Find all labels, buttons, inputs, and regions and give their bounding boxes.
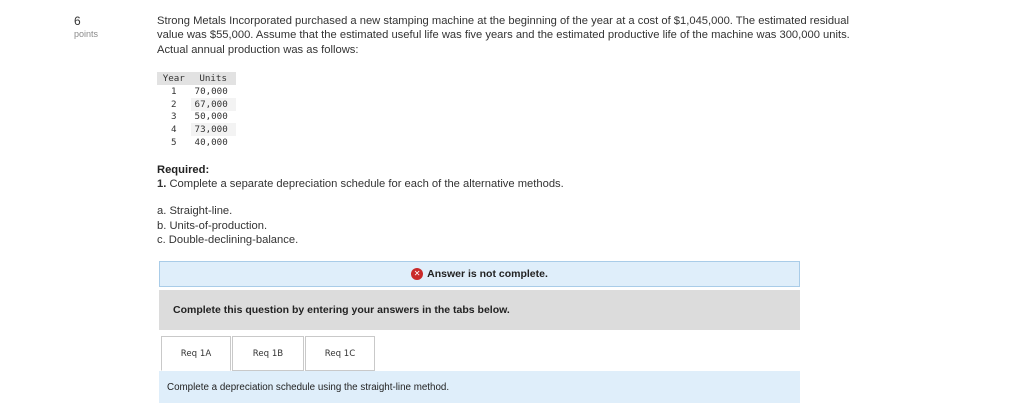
required-item-number: 1.: [157, 178, 167, 190]
instruction-text: Complete this question by entering your …: [173, 304, 510, 316]
list-item: b. Units-of-production.: [157, 219, 268, 232]
tab-req-1c[interactable]: Req 1C: [305, 336, 375, 371]
table-row: 4 73,000: [157, 123, 236, 137]
tab-label: Req 1C: [324, 348, 356, 359]
list-item: a. Straight-line.: [157, 205, 233, 217]
table-row: 5 40,000: [157, 136, 236, 149]
tab-label: Req 1A: [180, 348, 212, 359]
units-cell: 67,000: [190, 97, 236, 111]
table-header-units: Units: [190, 72, 236, 85]
points-label: points: [74, 29, 99, 39]
points-indicator: 6 points: [74, 14, 98, 40]
answer-status-banner: ✕ Answer is not complete.: [159, 261, 800, 287]
x-circle-icon: ✕: [411, 268, 424, 280]
list-item: c. Double-declining-balance.: [157, 234, 299, 246]
tab-panel: Complete a depreciation schedule using t…: [159, 371, 800, 403]
methods-list: a. Straight-line. b. Units-of-production…: [157, 204, 298, 248]
tab-bar: Req 1A Req 1B Req 1C: [161, 336, 375, 371]
required-item: 1. Complete a separate depreciation sche…: [157, 177, 564, 191]
year-cell: 1: [171, 85, 177, 97]
table-header-year: Year: [157, 72, 191, 85]
production-table: Year Units 1 70,000 2 67,000 3 50,000 4 …: [157, 72, 236, 149]
tab-req-1b[interactable]: Req 1B: [232, 336, 304, 371]
required-item-text: Complete a separate depreciation schedul…: [169, 178, 564, 190]
units-cell: 70,000: [194, 85, 228, 97]
year-cell: 5: [171, 137, 177, 149]
units-cell: 40,000: [194, 137, 228, 149]
year-cell: 3: [171, 111, 177, 123]
table-row: 3 50,000: [157, 111, 236, 124]
table-row: 2 67,000: [157, 97, 236, 111]
tab-panel-text: Complete a depreciation schedule using t…: [167, 381, 450, 393]
answer-status-text: Answer is not complete.: [427, 268, 548, 280]
question-number: 6: [74, 14, 81, 28]
instruction-bar: Complete this question by entering your …: [159, 290, 800, 330]
units-cell: 73,000: [190, 123, 236, 137]
tab-req-1a[interactable]: Req 1A: [161, 336, 231, 371]
tab-label: Req 1B: [252, 348, 284, 359]
table-row: 1 70,000: [157, 85, 236, 98]
units-cell: 50,000: [194, 111, 228, 123]
question-body: Strong Metals Incorporated purchased a n…: [157, 14, 877, 57]
problem-text: Strong Metals Incorporated purchased a n…: [157, 15, 850, 56]
required-heading: Required:: [157, 164, 210, 176]
year-cell: 4: [171, 124, 177, 136]
required-section: Required: 1. Complete a separate depreci…: [157, 163, 564, 191]
year-cell: 2: [171, 98, 177, 110]
